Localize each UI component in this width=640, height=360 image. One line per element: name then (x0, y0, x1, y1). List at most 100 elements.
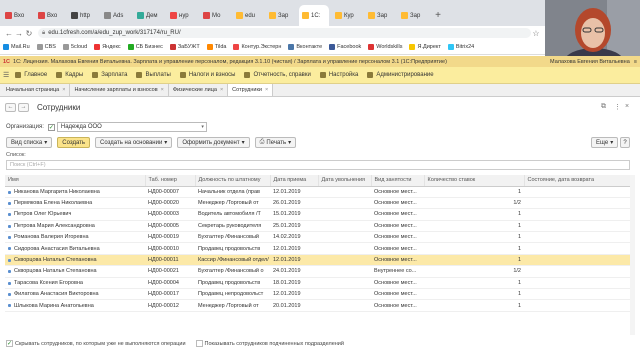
menu-icon[interactable]: ≡ (634, 59, 637, 65)
browser-tab[interactable]: http (68, 5, 98, 26)
browser-tab[interactable]: Зар (365, 5, 395, 26)
table-row[interactable]: Тарасова Ксения Егоровна НД00-00004 Продав… (5, 277, 630, 290)
star-icon[interactable]: ☆ (531, 29, 541, 38)
section-item[interactable]: Кадры (56, 72, 83, 78)
bookmark-item[interactable]: Worldskills (368, 44, 402, 50)
print-button[interactable]: ⎙ Печать ▾ (254, 137, 297, 148)
open-window-tab[interactable]: Начальная страница × (2, 84, 71, 96)
issue-document-button[interactable]: Оформить документ ▾ (177, 137, 250, 148)
bookmarks-bar: Mail.Ru CBS 5cloud Яндекс СБ Бизнес ЗаБУЖТ Til… (0, 40, 545, 55)
table-scrollbar[interactable] (630, 175, 635, 335)
url-field[interactable]: 🔒︎ edu.1cfresh.com/a/edu_zup_work/317174… (38, 28, 531, 38)
address-bar-row: ← → ↻ 🔒︎ edu.1cfresh.com/a/edu_zup_work/… (0, 26, 545, 40)
help-button[interactable]: ? (620, 137, 630, 148)
table-row[interactable]: Скворцова Наталья Степановна НД00-00021 Бу… (5, 265, 630, 278)
table-row[interactable]: Никанова Маргарита Николаевна НД00-00007 Н… (5, 186, 630, 198)
browser-tab[interactable]: Зар (398, 5, 428, 26)
column-header[interactable]: Количество ставок (424, 175, 525, 187)
cell-hire: 24.01.2019 (270, 265, 318, 278)
create-button[interactable]: Создать (57, 137, 91, 148)
close-icon[interactable]: × (161, 87, 164, 93)
bookmark-item[interactable]: Я.Директ (409, 44, 441, 50)
table-row[interactable]: Сидорова Анастасия Витальевна НД00-00010 П… (5, 242, 630, 255)
section-label: Зарплата (101, 72, 128, 78)
close-icon[interactable]: × (625, 103, 629, 110)
table-row[interactable]: Романова Валерия Игоревна НД00-00019 Бухга… (5, 231, 630, 244)
section-item[interactable]: Настройка (319, 72, 358, 78)
browser-tab[interactable]: edu (233, 5, 263, 26)
menu-icon[interactable]: ☰ (3, 71, 9, 79)
org-checkbox[interactable]: ✓ (47, 123, 55, 131)
section-item[interactable]: Зарплата (92, 72, 127, 78)
browser-tab[interactable]: Мо (200, 5, 230, 26)
section-label: Администрирование (376, 72, 434, 78)
back-arrow-icon[interactable]: ← (4, 29, 14, 38)
column-header[interactable]: Должность по штатному (195, 175, 271, 187)
create-based-on-button[interactable]: Создать на основании ▾ (95, 137, 173, 148)
cell-kind: Основное мест... (371, 231, 424, 244)
browser-tab[interactable]: Ads (101, 5, 131, 26)
more-menu-icon[interactable]: ⋮ (614, 103, 621, 111)
hide-inactive-checkbox[interactable]: ✓ (6, 340, 13, 347)
cell-tab: НД00-00004 (145, 277, 195, 290)
cell-fire (318, 197, 371, 210)
bookmark-item[interactable]: Вконтакте (288, 44, 322, 50)
bookmark-item[interactable]: Контур.Экстерн (233, 44, 281, 50)
browser-tab[interactable]: Кур (332, 5, 362, 26)
browser-tab[interactable]: Дем (134, 5, 164, 26)
new-tab-button[interactable]: + (431, 10, 445, 21)
open-window-tab[interactable]: Сотрудники × (228, 84, 274, 96)
open-window-tab[interactable]: Физические лица × (169, 84, 229, 96)
forward-icon[interactable]: → (18, 102, 29, 112)
bookmark-item[interactable]: Яндекс (94, 44, 121, 50)
close-icon[interactable]: × (62, 87, 65, 93)
column-header[interactable]: Дата приема (270, 175, 319, 187)
browser-tab[interactable]: нур (167, 5, 197, 26)
search-input[interactable]: Поиск (Ctrl+F) (6, 160, 630, 170)
bookmark-item[interactable]: ЗаБУЖТ (169, 44, 200, 50)
table-row[interactable]: Петров Олег Юрьевич НД00-00003 Водитель ав… (5, 208, 630, 221)
open-window-tab[interactable]: Начисление зарплаты и взносов × (70, 84, 169, 96)
tab-favicon-icon (269, 12, 276, 19)
column-header[interactable]: Имя (5, 175, 146, 187)
close-icon[interactable]: × (265, 87, 268, 93)
back-icon[interactable]: ← (5, 102, 16, 112)
column-header[interactable]: Таб. номер (145, 175, 196, 187)
show-subordinate-checkbox[interactable] (195, 340, 203, 347)
table-row[interactable]: Филатова Анастасия Викторовна НД00-00017 П… (5, 288, 630, 301)
bookmark-item[interactable]: CBS (36, 44, 56, 50)
column-header[interactable]: Состояние, дата возврата (524, 175, 631, 187)
bookmark-item[interactable]: Tilda (206, 44, 226, 50)
current-user[interactable]: Малахова Евгения Витальевна (550, 59, 630, 65)
column-header[interactable]: Дата увольнения (318, 175, 372, 187)
browser-tab[interactable]: 1С: (299, 5, 329, 26)
table-row[interactable]: Шлыкова Марина Анатольевна НД00-00012 Мене… (5, 299, 630, 312)
section-item[interactable]: Выплаты (136, 72, 171, 78)
bookmark-item[interactable]: Mail.Ru (3, 44, 30, 50)
close-icon[interactable]: × (220, 87, 223, 93)
bookmark-item[interactable]: Bitrix24 (447, 44, 474, 50)
table-row[interactable]: Скворцова Наталья Степановна НД00-00011 Ка… (5, 254, 630, 267)
column-header[interactable]: Вид занятости (371, 175, 425, 187)
cell-tab: НД00-00005 (145, 220, 195, 233)
section-item[interactable]: Налоги и взносы (179, 72, 235, 78)
org-field[interactable]: Надежда ООО ▾ (56, 122, 207, 132)
reload-icon[interactable]: ↻ (24, 29, 34, 38)
bookmark-item[interactable]: 5cloud (62, 44, 87, 50)
chevron-down-icon[interactable]: ▾ (201, 124, 204, 130)
browser-tab[interactable]: Вхо (2, 5, 32, 26)
bookmark-item[interactable]: Facebook (329, 44, 361, 50)
section-item[interactable]: Главное (15, 72, 47, 78)
bookmark-item[interactable]: СБ Бизнес (127, 44, 163, 50)
table-row[interactable]: Пермякова Елена Николаевна НД00-00020 Мене… (5, 197, 630, 210)
table-row[interactable]: Петрова Мария Александровна НД00-00005 Сек… (5, 220, 630, 233)
browser-tab[interactable]: Зар (266, 5, 296, 26)
section-item[interactable]: Администрирование (367, 72, 434, 78)
forward-arrow-icon[interactable]: → (14, 29, 24, 38)
more-button[interactable]: Еще ▾ (591, 137, 619, 148)
browser-tab[interactable]: Вхо (35, 5, 65, 26)
list-view-button[interactable]: Вид списка ▾ (6, 137, 53, 148)
link-icon[interactable]: ⧉ (601, 103, 606, 111)
cell-pos: Кассир /Финансовый отдел/ (195, 254, 270, 267)
section-item[interactable]: Отчетность, справки (244, 72, 311, 78)
